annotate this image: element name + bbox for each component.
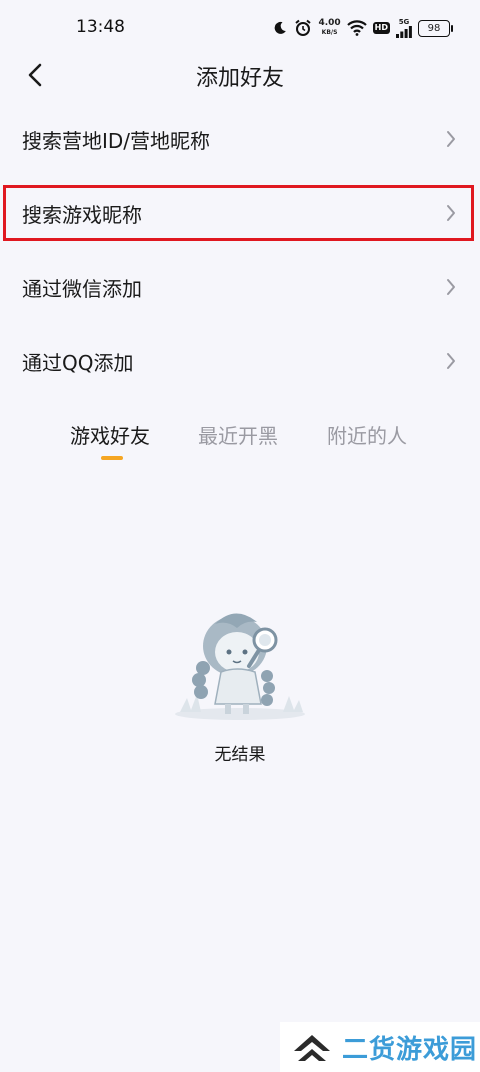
status-icons: 4.00 KB/S HD 5G 98: [272, 17, 453, 39]
net-speed-unit: KB/S: [321, 29, 338, 36]
chevron-right-icon: [447, 279, 455, 295]
chevron-right-icon: [447, 353, 455, 369]
signal-icon: [396, 26, 412, 38]
menu-item-search-game-nickname[interactable]: 搜索游戏昵称: [3, 185, 474, 241]
wifi-icon: [346, 20, 367, 36]
menu-item-label: 搜索营地ID/营地昵称: [22, 128, 211, 153]
menu-item-label: 通过QQ添加: [22, 350, 134, 375]
network-type-label: 5G: [398, 18, 410, 26]
alarm-icon: [295, 19, 312, 36]
menu-item-add-via-wechat[interactable]: 通过微信添加: [0, 250, 480, 324]
status-bar: 13:48 4.00 KB/S HD 5G 98: [0, 0, 480, 56]
empty-state: 无结果: [0, 606, 480, 765]
add-friend-menu: 搜索营地ID/营地昵称 搜索游戏昵称 通过微信添加 通过QQ添加: [0, 102, 480, 398]
signal-group: 5G: [396, 18, 412, 38]
watermark-logo: [294, 1035, 330, 1061]
tab-recent-teammates[interactable]: 最近开黑: [198, 420, 278, 449]
tab-game-friends[interactable]: 游戏好友: [70, 420, 150, 449]
empty-state-text: 无结果: [214, 745, 266, 765]
net-speed: 4.00 KB/S: [318, 19, 340, 37]
menu-item-label: 通过微信添加: [22, 276, 142, 301]
net-speed-value: 4.00: [318, 18, 341, 28]
page-title: 添加好友: [195, 66, 284, 91]
empty-state-illustration: [175, 613, 305, 720]
menu-item-label: 搜索游戏昵称: [22, 202, 142, 227]
friend-tabs: 游戏好友 最近开黑 附近的人: [0, 414, 480, 466]
header: 添加好友: [0, 52, 480, 96]
hd-badge: HD: [372, 22, 390, 34]
menu-item-search-camp-id[interactable]: 搜索营地ID/营地昵称: [0, 102, 480, 176]
watermark: 二货游戏园: [280, 1022, 480, 1072]
active-tab-indicator: [101, 456, 123, 460]
tab-nearby-people[interactable]: 附近的人: [327, 420, 407, 449]
status-time: 13:48: [76, 17, 125, 37]
chevron-right-icon: [447, 205, 455, 221]
chevron-right-icon: [447, 131, 455, 147]
moon-icon: [275, 21, 287, 34]
battery-indicator: 98: [418, 19, 453, 37]
menu-item-add-via-qq[interactable]: 通过QQ添加: [0, 324, 480, 398]
watermark-text: 二货游戏园: [342, 1034, 478, 1065]
